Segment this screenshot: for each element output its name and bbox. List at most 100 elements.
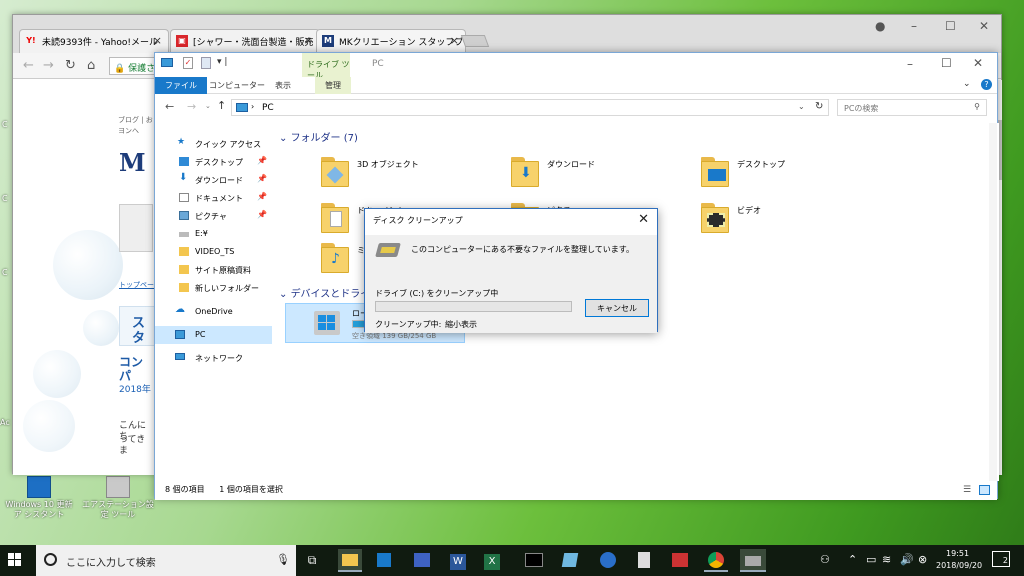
- nav-network[interactable]: ネットワーク: [155, 349, 272, 367]
- file-explorer-taskbar-icon[interactable]: [338, 549, 362, 572]
- calculator-icon[interactable]: [632, 549, 656, 572]
- nav-onedrive[interactable]: ☁ OneDrive: [155, 303, 272, 321]
- microphone-icon[interactable]: 🎙: [276, 553, 290, 566]
- back-icon[interactable]: ←: [165, 100, 174, 113]
- show-hidden-icons-icon[interactable]: ⌃: [848, 553, 857, 566]
- people-icon[interactable]: ⚇: [820, 553, 830, 566]
- folder-label: 3D オブジェクト: [357, 160, 419, 169]
- desktop-folder-icon: [701, 155, 729, 189]
- breadcrumb[interactable]: ブログ | お: [118, 115, 153, 126]
- close-icon[interactable]: ✕: [973, 56, 983, 70]
- close-tab-icon[interactable]: ×: [153, 34, 162, 47]
- close-icon[interactable]: ✕: [979, 19, 989, 33]
- start-button[interactable]: [8, 553, 22, 567]
- clock-date[interactable]: 2018/09/20: [936, 561, 982, 570]
- nav-video-ts[interactable]: VIDEO_TS: [155, 243, 272, 261]
- tab-manage[interactable]: 管理: [315, 77, 351, 94]
- close-tab-icon[interactable]: ×: [450, 34, 459, 47]
- minimize-icon[interactable]: –: [911, 19, 917, 33]
- cloud-icon: ☁: [175, 304, 185, 315]
- excel-icon[interactable]: X: [480, 549, 504, 572]
- customize-toolbar-icon[interactable]: ▾ |: [217, 57, 227, 67]
- chrome-tab-yahoo[interactable]: Y! 未読9393件 - Yahoo!メール ×: [19, 29, 169, 53]
- breadcrumb[interactable]: ヨンへ: [118, 126, 139, 137]
- chrome-tab-shower[interactable]: ▣ [シャワー・洗面台製造・販売 ×: [170, 29, 320, 53]
- desktop-icon: [179, 157, 189, 166]
- task-view-icon[interactable]: ⧉: [300, 549, 324, 572]
- explorer-scrollbar[interactable]: [989, 123, 997, 481]
- minimize-icon[interactable]: –: [907, 57, 913, 71]
- new-tab-button[interactable]: [460, 35, 490, 47]
- forward-icon[interactable]: →: [43, 58, 54, 73]
- back-icon[interactable]: ←: [23, 58, 34, 73]
- taskbar-search-box[interactable]: ここに入力して検索 🎙: [36, 545, 296, 576]
- help-icon[interactable]: ?: [981, 79, 992, 90]
- refresh-icon[interactable]: ↻: [815, 101, 823, 112]
- control-panel-icon[interactable]: [596, 549, 620, 572]
- nav-quick-access[interactable]: ★ クイック アクセス: [155, 135, 272, 153]
- address-field[interactable]: › PC ⌄: [231, 99, 829, 116]
- sticky-app-icon[interactable]: [558, 549, 582, 572]
- desktop-edge-label: C: [2, 194, 8, 203]
- maximize-icon[interactable]: ☐: [945, 19, 956, 33]
- home-icon[interactable]: ⌂: [87, 58, 95, 73]
- nav-downloads[interactable]: ⬇ ダウンロード 📌: [155, 171, 272, 189]
- expand-ribbon-icon[interactable]: ⌄: [963, 79, 971, 89]
- nav-desktop[interactable]: デスクトップ 📌: [155, 153, 272, 171]
- account-icon[interactable]: ●: [875, 19, 885, 33]
- ime-icon[interactable]: ⊗: [918, 553, 927, 566]
- up-icon[interactable]: ↑: [217, 99, 226, 112]
- nav-drive-e[interactable]: E:¥: [155, 225, 272, 243]
- folder-downloads[interactable]: ⬇ ダウンロード: [511, 155, 661, 195]
- shower-site-favicon-icon: ▣: [176, 35, 188, 47]
- cancel-button[interactable]: キャンセル: [585, 299, 649, 317]
- navigation-pane: ★ クイック アクセス デスクトップ 📌 ⬇ ダウンロード 📌 ドキュメント 📌 ピクチャ…: [155, 123, 272, 481]
- desktop-icon-windows-update[interactable]: Windows 10 更新ア シスタント: [2, 476, 76, 520]
- address-dropdown-icon[interactable]: ⌄: [798, 102, 805, 111]
- folder-videos[interactable]: ビデオ: [701, 201, 851, 241]
- chrome-tab-mk-blog[interactable]: M MKクリエーション スタッフブロ ×: [316, 29, 466, 53]
- clock-time[interactable]: 19:51: [946, 549, 969, 558]
- pc-icon: [175, 330, 185, 339]
- star-icon: ★: [177, 137, 186, 147]
- disk-cleanup-dialog: ディスク クリーンアップ ✕ このコンピューターにある不要なファイルを整理してい…: [364, 208, 658, 333]
- disk-cleanup-taskbar-icon[interactable]: [740, 549, 766, 572]
- tab-view[interactable]: 表示: [265, 77, 301, 94]
- recent-locations-icon[interactable]: ⌄: [205, 102, 211, 110]
- tab-computer[interactable]: コンピューター: [199, 77, 275, 94]
- battery-icon[interactable]: ▭: [866, 553, 876, 566]
- product-thumbnail[interactable]: [119, 204, 153, 252]
- tab-label: MKクリエーション スタッフブロ: [339, 38, 466, 48]
- close-icon[interactable]: ✕: [638, 212, 649, 227]
- photo-app-icon[interactable]: [668, 549, 692, 572]
- command-prompt-icon[interactable]: [522, 549, 546, 572]
- folder-3d-objects[interactable]: 3D オブジェクト: [321, 155, 471, 195]
- close-tab-icon[interactable]: ×: [304, 34, 313, 47]
- forward-icon[interactable]: →: [187, 100, 196, 113]
- maximize-icon[interactable]: ☐: [941, 56, 952, 70]
- site-logo[interactable]: M: [119, 150, 146, 176]
- wifi-icon[interactable]: ≋: [882, 553, 891, 566]
- reload-icon[interactable]: ↻: [65, 58, 76, 73]
- calculator-app-icon[interactable]: [410, 549, 434, 572]
- store-icon[interactable]: [372, 549, 396, 572]
- folder-desktop[interactable]: デスクトップ: [701, 155, 851, 195]
- nav-documents[interactable]: ドキュメント 📌: [155, 189, 272, 207]
- post-title[interactable]: コンパ: [119, 355, 154, 383]
- details-view-icon[interactable]: ☰: [963, 485, 971, 495]
- top-page-link[interactable]: トップペー: [119, 280, 154, 291]
- search-input[interactable]: PCの検索 ⚲: [837, 99, 987, 116]
- volume-icon[interactable]: 🔊: [900, 553, 914, 566]
- chrome-taskbar-icon[interactable]: [704, 549, 728, 572]
- desktop-icon-airstation[interactable]: エアステーション設定 ツール: [80, 476, 156, 520]
- large-icons-view-icon[interactable]: [979, 485, 990, 495]
- new-folder-icon[interactable]: [201, 57, 211, 69]
- notification-icon[interactable]: 2: [992, 551, 1010, 567]
- nav-pc[interactable]: PC: [155, 326, 272, 344]
- nav-pictures[interactable]: ピクチャ 📌: [155, 207, 272, 225]
- folders-section-header[interactable]: ⌄ フォルダー (7): [279, 129, 358, 144]
- properties-icon[interactable]: ✓: [183, 57, 193, 69]
- word-icon[interactable]: W: [446, 549, 470, 572]
- nav-new-folder[interactable]: 新しいフォルダー: [155, 279, 272, 297]
- nav-site-documents[interactable]: サイト原稿資料: [155, 261, 272, 279]
